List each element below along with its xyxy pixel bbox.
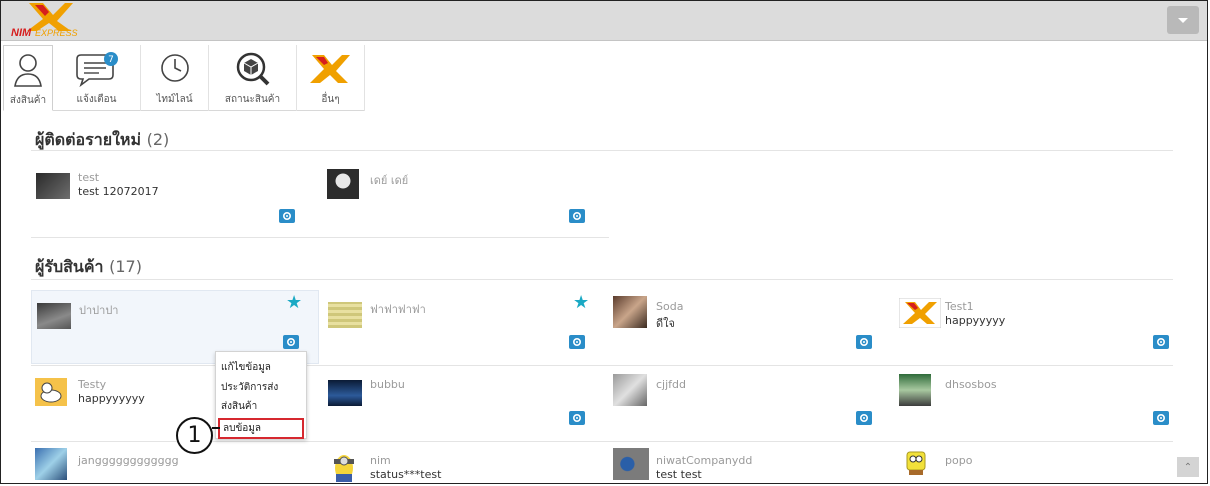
receiver-card[interactable]: nim status***test bbox=[323, 444, 601, 483]
favorite-star-icon[interactable]: ★ bbox=[286, 294, 302, 312]
receiver-name: popo bbox=[945, 454, 973, 467]
avatar bbox=[329, 448, 359, 483]
contact-context-menu: แก้ไขข้อมูล ประวัติการส่ง ส่งสินค้า ลบข้… bbox=[215, 351, 307, 439]
settings-gear-icon[interactable] bbox=[856, 335, 872, 349]
receiver-status: status***test bbox=[370, 468, 442, 481]
settings-gear-icon[interactable] bbox=[569, 411, 585, 425]
receiver-card[interactable]: niwatCompanydd test test bbox=[609, 444, 887, 483]
tab-send-goods[interactable]: ส่งสินค้า bbox=[3, 45, 53, 111]
receiver-card[interactable]: popo bbox=[893, 444, 1163, 483]
avatar bbox=[35, 448, 67, 480]
menu-item-history[interactable]: ประวัติการส่ง bbox=[221, 380, 278, 395]
tab-label: แจ้งเตือน bbox=[76, 94, 117, 105]
contact-name: เดย์ เดย์ bbox=[370, 174, 409, 187]
receiver-card[interactable]: jangggggggggggg bbox=[31, 444, 309, 483]
nim-express-logo[interactable]: NIM EXPRESS bbox=[9, 1, 111, 39]
receiver-card[interactable]: cjjfdd bbox=[609, 368, 887, 440]
receiver-name: ฟาฟาฟาฟา bbox=[370, 303, 426, 316]
tab-others[interactable]: อื่นๆ bbox=[297, 45, 365, 111]
top-bar: NIM EXPRESS bbox=[1, 1, 1207, 41]
receiver-name: jangggggggggggg bbox=[78, 454, 179, 467]
avatar bbox=[36, 173, 70, 199]
receiver-card[interactable]: dhsosbos bbox=[893, 368, 1171, 440]
chevron-down-icon bbox=[1178, 17, 1188, 23]
user-icon bbox=[14, 54, 42, 87]
app-window: NIM EXPRESS ส่งสินค้า 7 แจ้งเตือน ไทม์ไล… bbox=[0, 0, 1208, 484]
avatar bbox=[35, 378, 67, 406]
receiver-status: happyyyyyy bbox=[78, 392, 145, 405]
receiver-name: ปาปาปา bbox=[79, 304, 119, 317]
chat-icon: 7 bbox=[75, 52, 118, 88]
avatar bbox=[328, 302, 362, 328]
scroll-to-top-button[interactable]: ⌃ bbox=[1177, 457, 1199, 477]
callout-pointer bbox=[212, 427, 220, 429]
notification-badge: 7 bbox=[108, 55, 114, 65]
step-callout: 1 bbox=[176, 417, 213, 454]
receiver-card[interactable]: Soda ดีใจ bbox=[609, 290, 887, 362]
main-tabs: ส่งสินค้า 7 แจ้งเตือน ไทม์ไลน์ สถานะสินค… bbox=[3, 45, 365, 111]
menu-item-send[interactable]: ส่งสินค้า bbox=[221, 399, 257, 414]
avatar bbox=[37, 303, 71, 329]
avatar bbox=[613, 448, 649, 480]
divider bbox=[31, 237, 609, 238]
avatar bbox=[613, 374, 647, 406]
avatar bbox=[899, 298, 941, 328]
avatar bbox=[901, 448, 931, 482]
settings-gear-icon[interactable] bbox=[569, 335, 585, 349]
tab-goods-status[interactable]: สถานะสินค้า bbox=[209, 45, 297, 111]
receiver-card[interactable]: Test1 happyyyyy bbox=[893, 290, 1171, 362]
receiver-status: happyyyyy bbox=[945, 314, 1006, 327]
receiver-name: Test1 bbox=[945, 300, 974, 313]
section-count: (17) bbox=[109, 257, 142, 276]
receivers-title: ผู้รับสินค้า (17) bbox=[35, 255, 142, 280]
section-title-text: ผู้ติดต่อรายใหม่ bbox=[35, 130, 142, 149]
settings-gear-icon[interactable] bbox=[856, 411, 872, 425]
settings-gear-icon[interactable] bbox=[1153, 335, 1169, 349]
contact-card[interactable]: test test 12072017 bbox=[31, 161, 309, 233]
section-title-text: ผู้รับสินค้า bbox=[35, 257, 104, 276]
settings-gear-icon[interactable] bbox=[283, 335, 299, 349]
menu-item-delete[interactable]: ลบข้อมูล bbox=[218, 418, 304, 439]
section-count: (2) bbox=[146, 130, 170, 149]
receiver-name: Soda bbox=[656, 300, 684, 313]
divider bbox=[31, 279, 1173, 280]
receiver-status: ดีใจ bbox=[656, 317, 675, 330]
avatar bbox=[899, 374, 931, 406]
receiver-name: niwatCompanydd bbox=[656, 454, 753, 467]
svg-text:EXPRESS: EXPRESS bbox=[35, 28, 78, 38]
top-menu-button[interactable] bbox=[1167, 6, 1199, 34]
chevron-up-icon: ⌃ bbox=[1183, 461, 1193, 473]
menu-item-edit[interactable]: แก้ไขข้อมูล bbox=[221, 360, 271, 375]
nim-logo-icon bbox=[309, 55, 350, 83]
avatar bbox=[328, 380, 362, 406]
receiver-card[interactable]: bubbu bbox=[323, 368, 601, 440]
divider bbox=[31, 150, 1173, 151]
settings-gear-icon[interactable] bbox=[1153, 411, 1169, 425]
receiver-status: test test bbox=[656, 468, 702, 481]
receiver-name: cjjfdd bbox=[656, 378, 686, 391]
tab-label: สถานะสินค้า bbox=[224, 94, 281, 105]
clock-icon bbox=[160, 54, 189, 82]
tab-label: อื่นๆ bbox=[321, 94, 340, 105]
avatar bbox=[613, 296, 647, 328]
receiver-name: nim bbox=[370, 454, 391, 467]
tab-label: ส่งสินค้า bbox=[9, 95, 47, 106]
tab-notifications[interactable]: 7 แจ้งเตือน bbox=[53, 45, 141, 111]
contact-card[interactable]: เดย์ เดย์ bbox=[323, 161, 601, 233]
tab-timeline[interactable]: ไทม์ไลน์ bbox=[141, 45, 209, 111]
receiver-card[interactable]: ฟาฟาฟาฟา bbox=[323, 290, 601, 362]
divider bbox=[31, 365, 1173, 366]
receiver-name: bubbu bbox=[370, 378, 405, 391]
settings-gear-icon[interactable] bbox=[279, 209, 295, 223]
receiver-name: Testy bbox=[78, 378, 107, 391]
avatar bbox=[327, 169, 359, 199]
receiver-name: dhsosbos bbox=[945, 378, 997, 391]
contact-name: test bbox=[78, 171, 100, 184]
tab-label: ไทม์ไลน์ bbox=[156, 94, 193, 105]
contact-status: test 12072017 bbox=[78, 185, 159, 198]
box-search-icon bbox=[236, 52, 269, 86]
settings-gear-icon[interactable] bbox=[569, 209, 585, 223]
favorite-star-icon[interactable]: ★ bbox=[573, 294, 589, 312]
svg-text:NIM: NIM bbox=[11, 27, 32, 39]
